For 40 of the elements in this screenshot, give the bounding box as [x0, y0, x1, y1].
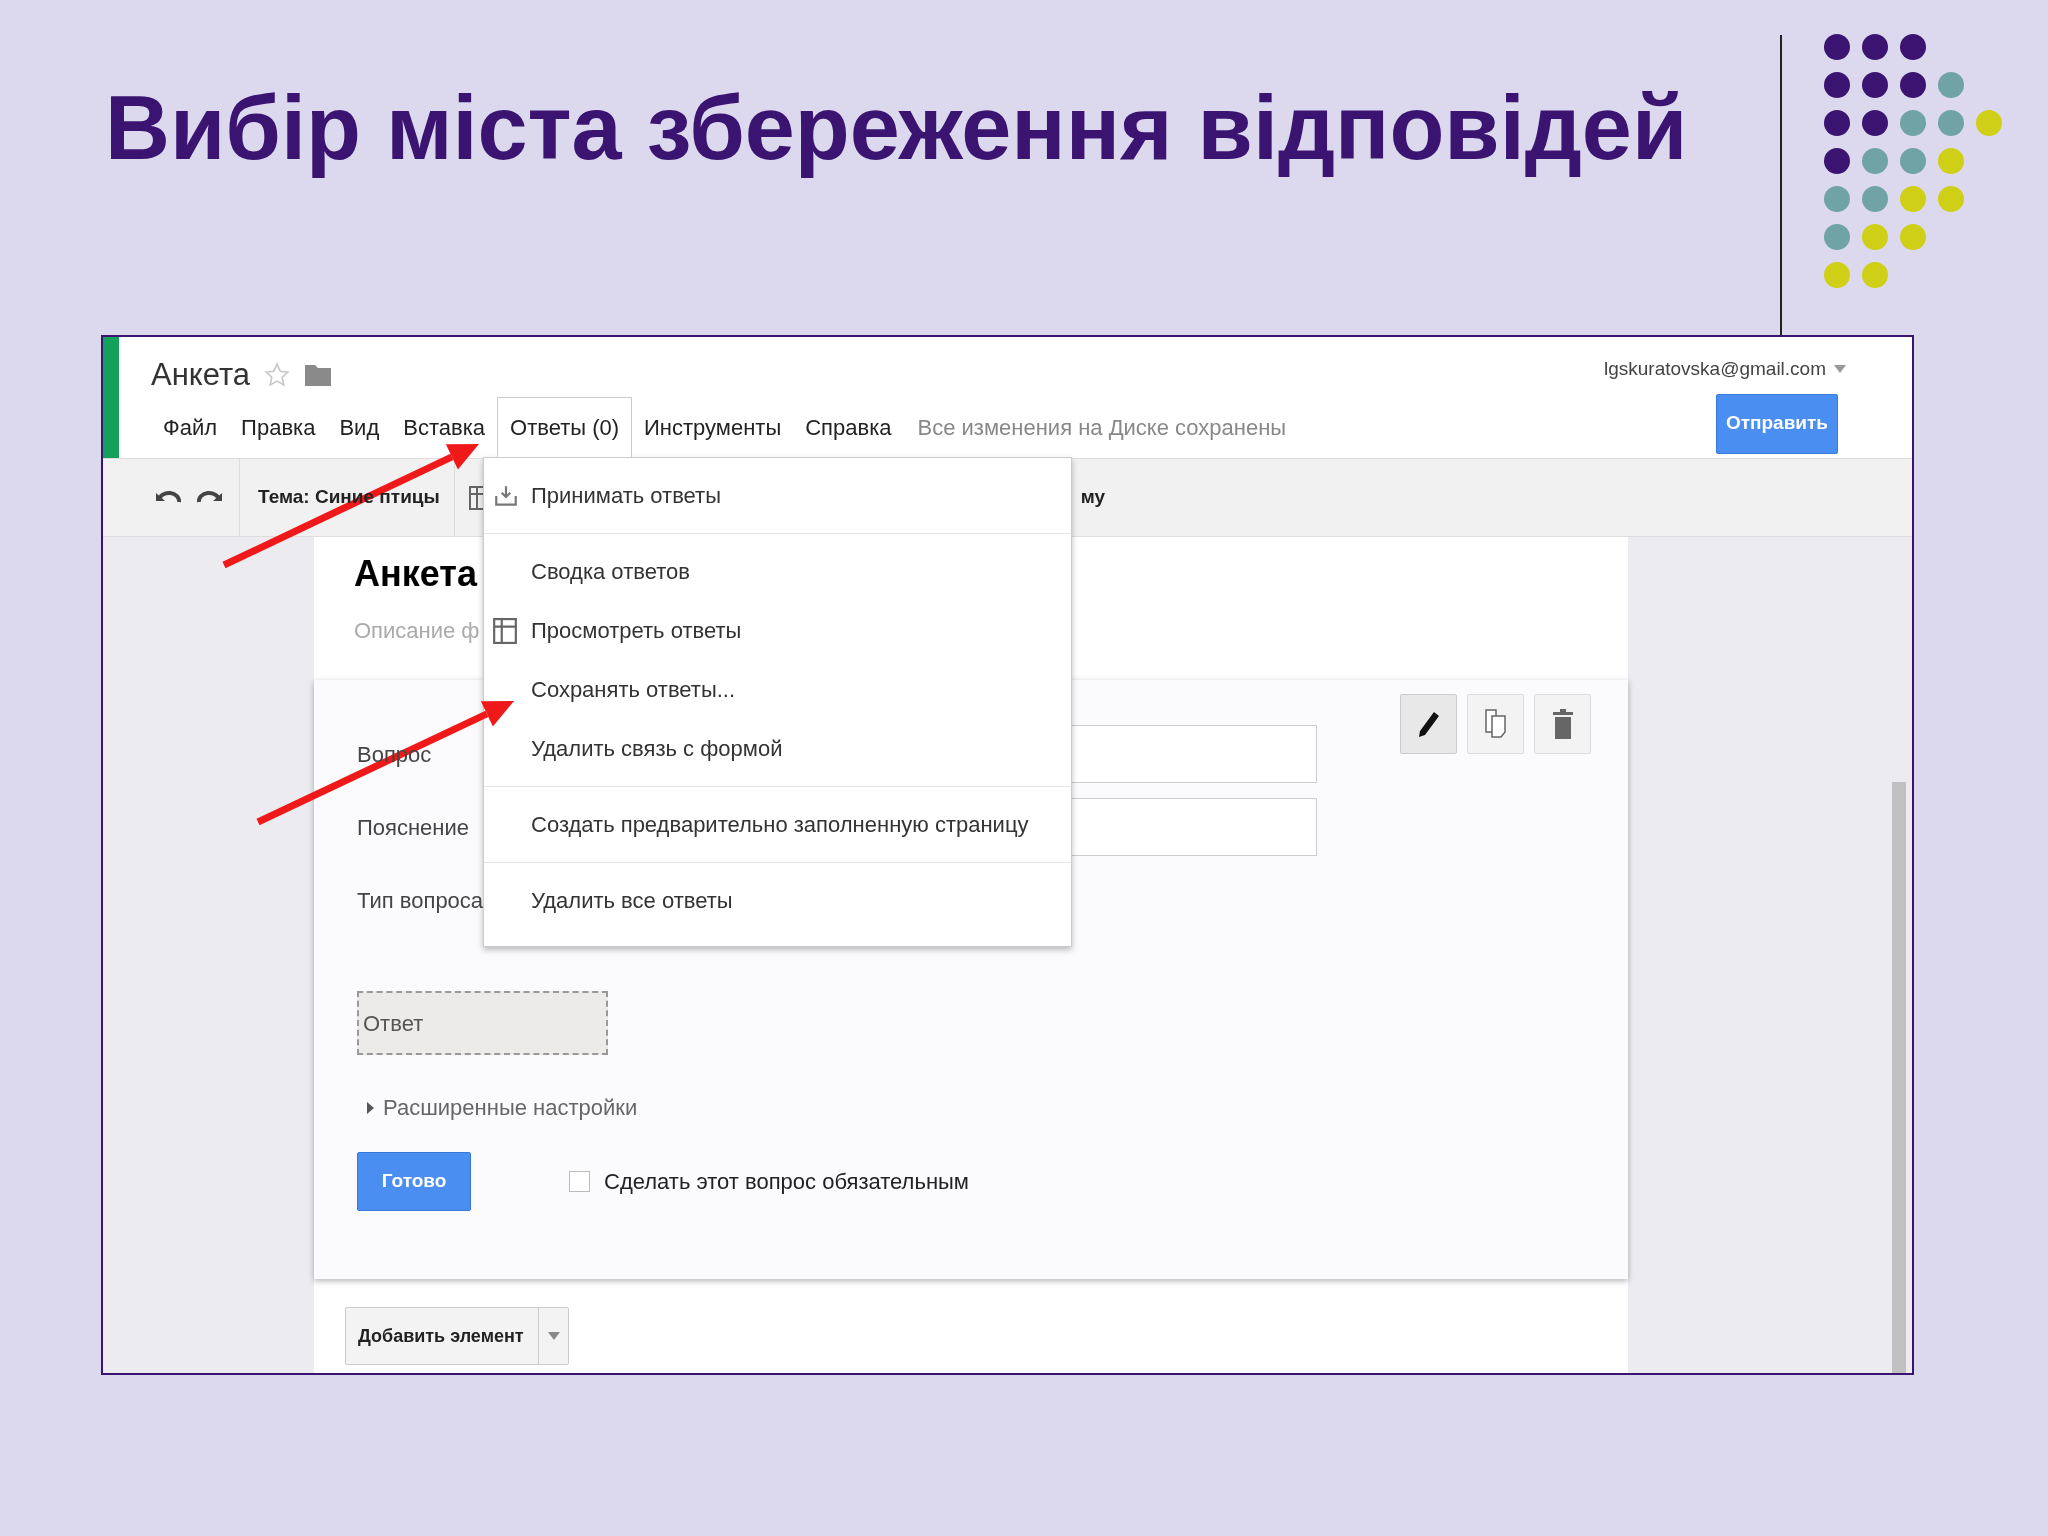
slide-title: Вибір міста збереження відповідей: [104, 77, 1688, 180]
menu-tab[interactable]: Ответы (0): [497, 397, 633, 457]
field-label: Тип вопроса: [357, 886, 485, 915]
menu-tab[interactable]: Правка: [229, 397, 328, 457]
account-email[interactable]: lgskuratovska@gmail.com: [1603, 355, 1826, 384]
menu-tab[interactable]: Справка: [793, 397, 904, 457]
toolbar-link[interactable]: му: [1080, 483, 1106, 512]
edit-button[interactable]: [1400, 694, 1457, 754]
table-icon: [493, 617, 517, 644]
folder-icon[interactable]: [304, 363, 332, 387]
field-label: Пояснение: [357, 813, 471, 842]
copy-icon: [1483, 708, 1508, 740]
menu-item[interactable]: Принимать ответы: [484, 466, 1071, 525]
scrollbar[interactable]: [1892, 782, 1906, 1373]
menu-tab[interactable]: Вид: [327, 397, 392, 457]
menu-tab[interactable]: Файл: [151, 397, 230, 457]
pencil-icon: [1416, 710, 1441, 738]
menu-tab[interactable]: Вставка: [391, 397, 497, 457]
document-title[interactable]: Анкета: [151, 351, 250, 399]
add-item-button[interactable]: Добавить элемент: [345, 1307, 569, 1365]
menu-item[interactable]: Просмотреть ответы: [484, 601, 1071, 660]
form-title[interactable]: Анкета: [354, 551, 477, 596]
advanced-settings-link[interactable]: Расширенные настройки: [383, 1091, 638, 1124]
caret-icon[interactable]: [1834, 365, 1846, 374]
expand-triangle-icon[interactable]: [365, 1100, 375, 1115]
required-checkbox[interactable]: [569, 1171, 590, 1192]
delete-button[interactable]: [1534, 694, 1591, 754]
menu-tab[interactable]: Инструменты: [632, 397, 794, 457]
save-status: Все изменения на Диске сохранены: [917, 413, 1287, 442]
menu-item[interactable]: Удалить все ответы: [484, 871, 1071, 930]
required-label: Сделать этот вопрос обязательным: [604, 1168, 969, 1196]
menu-item[interactable]: Сохранять ответы...: [484, 660, 1071, 719]
menu-item[interactable]: Создать предварительно заполненную страницу: [484, 795, 1071, 854]
menu-item[interactable]: Удалить связь с формой: [484, 719, 1071, 778]
answer-field[interactable]: Ответ: [357, 991, 608, 1055]
caret-icon[interactable]: [547, 1332, 560, 1340]
menu-item[interactable]: Сводка ответов: [484, 542, 1071, 601]
duplicate-button[interactable]: [1467, 694, 1524, 754]
star-icon[interactable]: [264, 362, 290, 388]
trash-icon: [1551, 708, 1574, 740]
